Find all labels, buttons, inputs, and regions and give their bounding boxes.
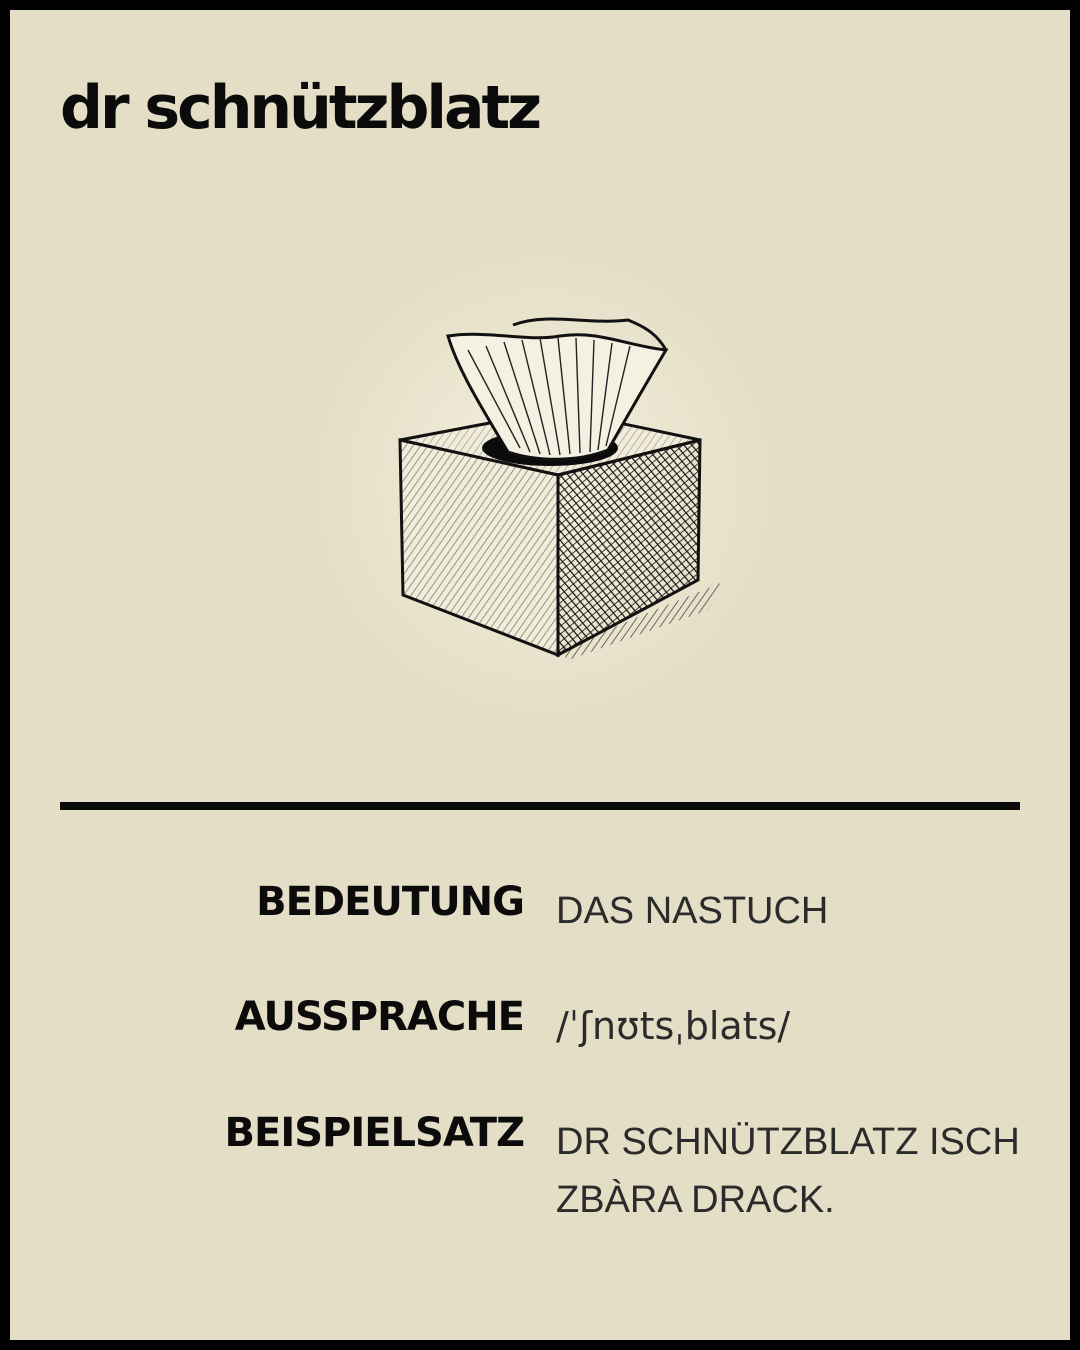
meaning-value: Das Nastuch (556, 890, 829, 932)
word-card: dr schnützblatz BEDEUTUNG DAS NASTUCH AU… (10, 10, 1070, 1340)
pronunciation-label: Aussprache (234, 994, 525, 1040)
meaning-label: Bedeutung (256, 879, 525, 925)
tissue-box-icon (308, 250, 778, 720)
example-label: Beispielsatz (224, 1110, 525, 1156)
example-value: Dr Schnützblatz isch zbàra drack. (556, 1121, 1020, 1221)
pronunciation-value: /ˈʃnʊtsˌblats/ (556, 1004, 791, 1048)
divider (60, 802, 1020, 810)
word-title: dr schnützblatz (60, 73, 542, 143)
